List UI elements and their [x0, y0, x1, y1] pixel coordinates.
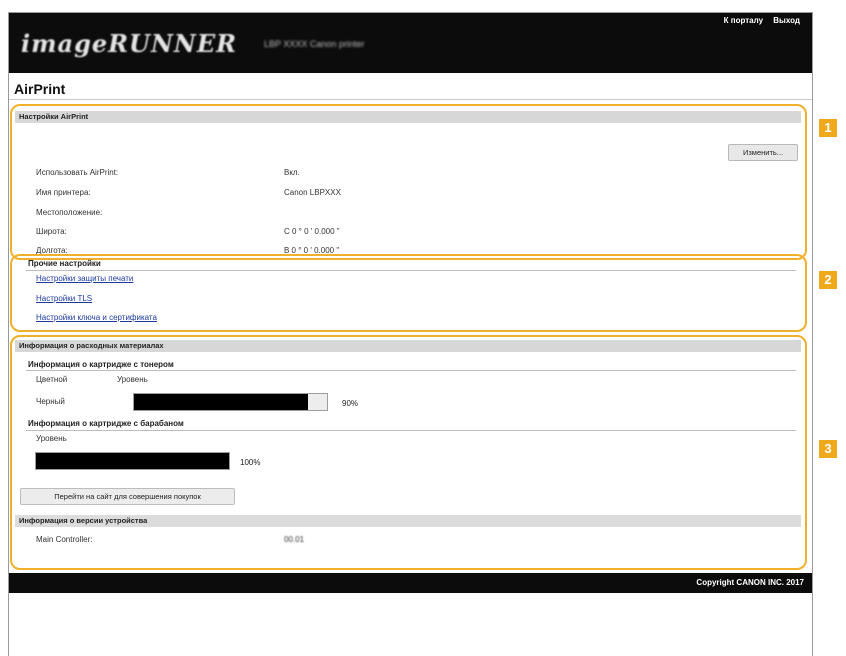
airprint-settings-header: Настройки AirPrint — [15, 111, 801, 123]
device-name: LBP XXXX Canon printer — [264, 39, 365, 49]
row-label: Широта: — [36, 227, 67, 236]
row-label: Местоположение: — [36, 208, 103, 217]
divider — [26, 270, 796, 271]
callout-badge-1: 1 — [819, 119, 837, 137]
device-version-header: Информация о версии устройства — [15, 515, 801, 527]
footer-bar: Copyright CANON INC. 2017 — [8, 573, 812, 593]
highlight-box-1 — [10, 104, 807, 260]
main-controller-version: 00.01 — [284, 535, 305, 544]
product-logo: imageRUNNER — [21, 29, 238, 58]
drum-level-bar — [35, 452, 230, 470]
portal-link[interactable]: К порталу — [724, 16, 763, 25]
toner-info-title: Информация о картридже с тонером — [28, 360, 174, 369]
edit-button[interactable]: Изменить... — [728, 144, 798, 161]
drum-level-fill — [36, 453, 229, 469]
level-column-header: Уровень — [117, 375, 148, 384]
print-security-settings-link[interactable]: Настройки защиты печати — [36, 274, 133, 283]
page-title: AirPrint — [14, 81, 66, 97]
other-settings-header: Прочие настройки — [28, 259, 101, 268]
divider — [26, 430, 796, 431]
toner-level-bar — [133, 393, 328, 411]
row-value: Вкл. — [284, 168, 300, 177]
callout-badge-3: 3 — [819, 440, 837, 458]
logout-link[interactable]: Выход — [773, 16, 800, 25]
row-label: Использовать AirPrint: — [36, 168, 119, 177]
copyright-text: Copyright CANON INC. 2017 — [696, 578, 804, 587]
toner-color-name: Черный — [36, 397, 65, 406]
browser-page: imageRUNNER LBP XXXX Canon printer К пор… — [8, 12, 813, 656]
consumables-header: Информация о расходных материалах — [15, 340, 801, 352]
toner-level-percent: 90% — [342, 399, 359, 408]
toner-level-fill — [134, 394, 308, 410]
drum-level-column-header: Уровень — [36, 434, 67, 443]
row-label: Имя принтера: — [36, 188, 91, 197]
key-certificate-settings-link[interactable]: Настройки ключа и сертификата — [36, 313, 157, 322]
header-bar: imageRUNNER LBP XXXX Canon printer К пор… — [9, 13, 812, 73]
shop-website-button[interactable]: Перейти на сайт для совершения покупок — [20, 488, 235, 505]
main-controller-label: Main Controller: — [36, 535, 93, 544]
row-value: С 0 ° 0 ' 0.000 " — [284, 227, 340, 236]
header-links: К порталу Выход — [716, 16, 800, 25]
drum-info-title: Информация о картридже с барабаном — [28, 419, 184, 428]
divider — [9, 99, 812, 100]
color-column-header: Цветной — [36, 375, 68, 384]
tls-settings-link[interactable]: Настройки TLS — [36, 294, 92, 303]
drum-level-percent: 100% — [240, 458, 261, 467]
divider — [26, 370, 796, 371]
callout-badge-2: 2 — [819, 271, 837, 289]
row-value: Canon LBPXXX — [284, 188, 341, 197]
